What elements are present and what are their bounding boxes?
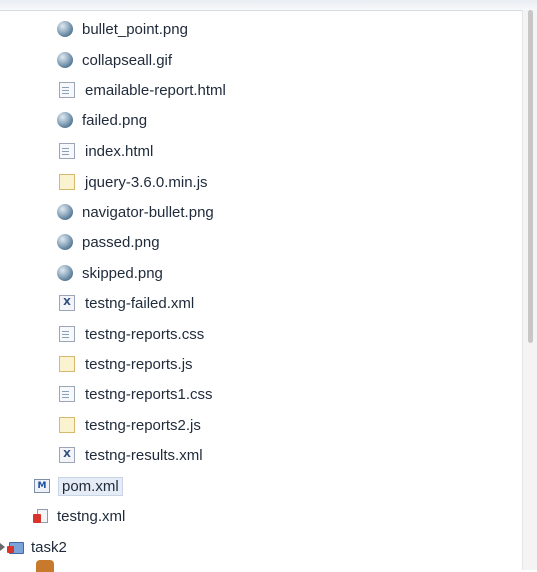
tree-item-task2[interactable]: task2 (0, 535, 67, 559)
tree-item-label: testng-reports1.css (85, 385, 213, 403)
tree-item-label: task2 (31, 538, 67, 556)
tree-item-jquery[interactable]: jquery-3.6.0.min.js (57, 170, 208, 194)
tree-item-label: testng-reports.js (85, 355, 193, 373)
css-file-icon (59, 326, 75, 342)
image-file-icon (57, 234, 73, 250)
tree-item-testng-results-xml[interactable]: X testng-results.xml (57, 443, 203, 467)
tree-item-testng-reports-css[interactable]: testng-reports.css (57, 322, 204, 346)
tree-item-label: pom.xml (58, 476, 123, 496)
tree-item-label: emailable-report.html (85, 81, 226, 99)
js-file-icon (59, 417, 75, 433)
tree-item-label: collapseall.gif (82, 51, 173, 69)
tree-item-testng-failed-xml[interactable]: X testng-failed.xml (57, 291, 194, 315)
tree-item-testng-reports2-js[interactable]: testng-reports2.js (57, 413, 201, 437)
tree-item-label: jquery-3.6.0.min.js (85, 173, 208, 191)
xml-file-icon: X (59, 447, 75, 463)
xml-file-icon: X (59, 295, 75, 311)
image-file-icon (57, 265, 73, 281)
expand-arrow-icon[interactable] (0, 543, 5, 551)
html-file-icon (59, 82, 75, 98)
maven-pom-icon: M (34, 479, 50, 493)
tree-item-label: bullet_point.png (82, 20, 188, 38)
tree-item-collapseall[interactable]: collapseall.gif (57, 48, 172, 72)
tree-item-index-html[interactable]: index.html (57, 139, 153, 163)
tree-item-label: skipped.png (82, 264, 163, 282)
tree-item-passed-png[interactable]: passed.png (57, 230, 160, 254)
tree-item-label: testng-reports2.js (85, 416, 201, 434)
project-folder-icon (7, 539, 24, 555)
tree-item-navigator-bullet[interactable]: navigator-bullet.png (57, 200, 214, 224)
image-file-icon (57, 112, 73, 128)
vertical-scrollbar[interactable] (522, 10, 537, 570)
window-top-edge (0, 0, 537, 11)
tree-item-bullet-point[interactable]: bullet_point.png (57, 17, 188, 41)
tree-item-testng-xml[interactable]: testng.xml (33, 504, 125, 528)
image-file-icon (57, 204, 73, 220)
css-file-icon (59, 386, 75, 402)
image-file-icon (57, 21, 73, 37)
partial-folder-icon (36, 560, 54, 572)
tree-item-label: passed.png (82, 233, 160, 251)
tree-item-testng-reports-js[interactable]: testng-reports.js (57, 352, 193, 376)
tree-item-label: navigator-bullet.png (82, 203, 214, 221)
scrollbar-thumb[interactable] (528, 10, 533, 343)
tree-item-label: testng.xml (57, 507, 126, 525)
tree-item-testng-reports1-css[interactable]: testng-reports1.css (57, 382, 213, 406)
tree-item-label: testng-reports.css (85, 325, 205, 343)
html-file-icon (59, 143, 75, 159)
js-file-icon (59, 356, 75, 372)
tree-item-label: testng-failed.xml (85, 294, 195, 312)
js-file-icon (59, 174, 75, 190)
tree-item-label: index.html (85, 142, 154, 160)
tree-item-label: testng-results.xml (85, 446, 203, 464)
tree-item-skipped-png[interactable]: skipped.png (57, 261, 163, 285)
testng-file-icon (33, 508, 49, 524)
tree-item-pom-xml[interactable]: M pom.xml (34, 474, 123, 498)
image-file-icon (57, 52, 73, 68)
tree-item-label: failed.png (82, 111, 148, 129)
tree-item-emailable-report[interactable]: emailable-report.html (57, 78, 226, 102)
tree-item-failed-png[interactable]: failed.png (57, 108, 147, 132)
